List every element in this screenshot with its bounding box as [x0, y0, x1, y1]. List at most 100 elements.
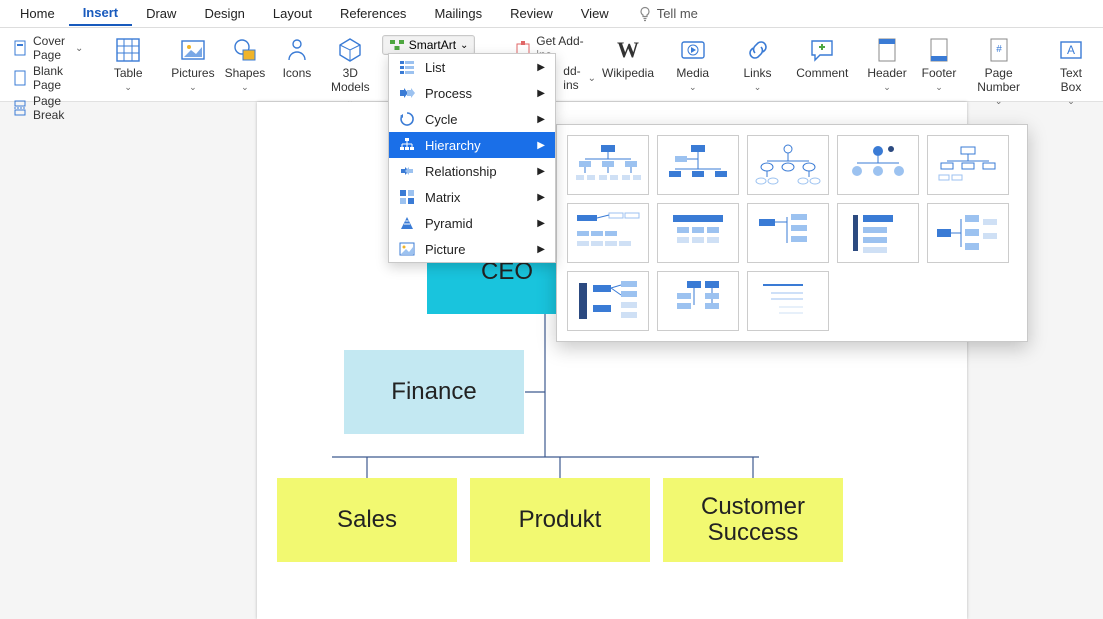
tab-mailings[interactable]: Mailings — [420, 2, 496, 25]
tab-references[interactable]: References — [326, 2, 420, 25]
blank-page-button[interactable]: Blank Page — [12, 64, 83, 92]
process-icon — [399, 85, 415, 101]
cycle-icon — [399, 111, 415, 127]
smartart-button[interactable]: SmartArt ⌄ — [382, 35, 476, 55]
shapes-icon — [231, 36, 259, 64]
ribbon-tabs: Home Insert Draw Design Layout Reference… — [0, 0, 1103, 28]
tab-insert[interactable]: Insert — [69, 1, 132, 26]
cover-page-button[interactable]: Cover Page⌄ — [12, 34, 83, 62]
shapes-button[interactable]: Shapes⌄ — [219, 32, 271, 97]
hierarchy-thumb-5[interactable] — [927, 135, 1009, 195]
smartart-menu-picture[interactable]: Picture▶ — [389, 236, 555, 262]
diagram-node-produkt[interactable]: Produkt — [470, 478, 650, 562]
smartart-menu-process[interactable]: Process▶ — [389, 80, 555, 106]
menu-label: List — [425, 60, 445, 75]
smartart-menu-cycle[interactable]: Cycle▶ — [389, 106, 555, 132]
hierarchy-thumb-12[interactable] — [657, 271, 739, 331]
hierarchy-thumb-13[interactable] — [747, 271, 829, 331]
hierarchy-thumb-4[interactable] — [837, 135, 919, 195]
icons-label: Icons — [283, 66, 312, 80]
page-number-label: Page Number — [971, 66, 1026, 94]
diagram-node-finance[interactable]: Finance — [344, 350, 524, 434]
menu-label: Cycle — [425, 112, 458, 127]
media-icon — [679, 36, 707, 64]
cover-page-icon — [12, 40, 28, 56]
page-break-icon — [12, 100, 28, 116]
wikipedia-icon: W — [617, 37, 639, 63]
table-label: Table — [114, 66, 143, 80]
smartart-menu-relationship[interactable]: Relationship▶ — [389, 158, 555, 184]
hierarchy-thumb-8[interactable] — [747, 203, 829, 263]
hierarchy-thumb-9[interactable] — [837, 203, 919, 263]
smartart-menu: List▶ Process▶ Cycle▶ Hierarchy▶ Relatio… — [388, 53, 556, 263]
tell-me-search[interactable]: Tell me — [623, 2, 712, 26]
text-box-icon: A — [1057, 36, 1085, 64]
blank-page-label: Blank Page — [33, 64, 83, 92]
icons-button[interactable]: Icons — [271, 32, 323, 84]
pictures-icon — [179, 36, 207, 64]
menu-label: Pyramid — [425, 216, 473, 231]
hierarchy-thumb-7[interactable] — [657, 203, 739, 263]
shapes-label: Shapes — [225, 66, 266, 80]
header-icon — [873, 36, 901, 64]
hierarchy-thumb-6[interactable] — [567, 203, 649, 263]
menu-label: Hierarchy — [425, 138, 481, 153]
tab-view[interactable]: View — [567, 2, 623, 25]
relationship-icon — [399, 163, 415, 179]
menu-label: Relationship — [425, 164, 497, 179]
3d-models-icon — [336, 36, 364, 64]
page-number-button[interactable]: # Page Number⌄ — [965, 32, 1032, 111]
menu-label: Picture — [425, 242, 465, 257]
hierarchy-thumb-1[interactable] — [567, 135, 649, 195]
wikipedia-button[interactable]: W Wikipedia — [602, 32, 654, 84]
addins-label: dd-ins — [563, 64, 580, 92]
page-break-label: Page Break — [33, 94, 83, 122]
links-icon — [744, 36, 772, 64]
links-button[interactable]: Links⌄ — [732, 32, 784, 97]
table-button[interactable]: Table⌄ — [102, 32, 154, 97]
menu-label: Matrix — [425, 190, 460, 205]
diagram-node-sales[interactable]: Sales — [277, 478, 457, 562]
text-box-label: Text Box — [1051, 66, 1091, 94]
table-icon — [114, 36, 142, 64]
tab-layout[interactable]: Layout — [259, 2, 326, 25]
lightbulb-icon — [637, 6, 653, 22]
hierarchy-thumb-11[interactable] — [567, 271, 649, 331]
hierarchy-thumb-3[interactable] — [747, 135, 829, 195]
page-break-button[interactable]: Page Break — [12, 94, 83, 122]
media-label: Media — [676, 66, 709, 80]
pictures-button[interactable]: Pictures⌄ — [167, 32, 219, 97]
tab-home[interactable]: Home — [6, 2, 69, 25]
3d-models-label: 3D Models — [329, 66, 372, 94]
blank-page-icon — [12, 70, 28, 86]
media-button[interactable]: Media⌄ — [667, 32, 719, 97]
comment-button[interactable]: Comment — [796, 32, 848, 84]
footer-label: Footer — [922, 66, 957, 80]
tab-draw[interactable]: Draw — [132, 2, 190, 25]
pictures-label: Pictures — [171, 66, 214, 80]
pyramid-icon — [399, 215, 415, 231]
3d-models-button[interactable]: 3D Models⌄ — [323, 32, 378, 111]
picture-icon — [399, 241, 415, 257]
text-box-button[interactable]: A Text Box⌄ — [1045, 32, 1097, 111]
smartart-menu-matrix[interactable]: Matrix▶ — [389, 184, 555, 210]
tell-me-label: Tell me — [657, 6, 698, 21]
addins-button[interactable]: dd-ins⌄ — [563, 64, 596, 92]
icons-icon — [283, 36, 311, 64]
hierarchy-thumb-2[interactable] — [657, 135, 739, 195]
smartart-label: SmartArt — [409, 38, 456, 52]
comment-label: Comment — [796, 66, 848, 80]
links-label: Links — [744, 66, 772, 80]
footer-button[interactable]: Footer⌄ — [913, 32, 965, 97]
hierarchy-thumb-10[interactable] — [927, 203, 1009, 263]
smartart-menu-pyramid[interactable]: Pyramid▶ — [389, 210, 555, 236]
smartart-menu-hierarchy[interactable]: Hierarchy▶ — [389, 132, 555, 158]
list-icon — [399, 59, 415, 75]
footer-icon — [925, 36, 953, 64]
header-button[interactable]: Header⌄ — [861, 32, 913, 97]
menu-label: Process — [425, 86, 472, 101]
diagram-node-customer[interactable]: Customer Success — [663, 478, 843, 562]
tab-review[interactable]: Review — [496, 2, 567, 25]
smartart-menu-list[interactable]: List▶ — [389, 54, 555, 80]
tab-design[interactable]: Design — [190, 2, 258, 25]
